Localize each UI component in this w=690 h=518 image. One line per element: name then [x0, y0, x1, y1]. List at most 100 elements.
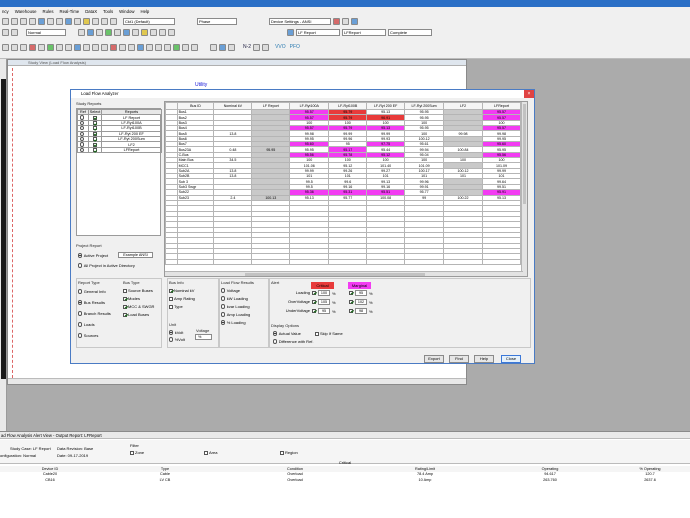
lf-report2-combo[interactable]: LFReport [342, 28, 386, 36]
dialog-report_type-options-option[interactable]: Sources [78, 333, 98, 338]
grid-hscroll-thumb[interactable] [245, 273, 425, 276]
actual-value-radio[interactable]: Actual Value [273, 331, 301, 336]
marginal-checkbox[interactable] [349, 299, 353, 304]
load-icon[interactable] [83, 43, 90, 51]
filter-area-checkbox[interactable]: Area [204, 450, 217, 455]
menu-item[interactable]: ncy [2, 9, 9, 14]
select-checkbox[interactable] [92, 147, 97, 152]
line-icon[interactable] [11, 43, 18, 51]
unit-pctvolt-radio[interactable]: %Volt [169, 337, 185, 342]
dialog-report_type-options-option[interactable]: Bus Results [78, 300, 105, 305]
capacitor-icon[interactable] [92, 43, 99, 51]
battery-icon[interactable] [155, 43, 162, 51]
radio-button[interactable] [78, 322, 83, 327]
alert-icon[interactable] [141, 28, 148, 36]
dialog-bus_type-options-option[interactable]: Modes [123, 296, 140, 301]
grid-column-header[interactable]: LF-Ryt100B [328, 102, 368, 110]
critical-checkbox[interactable] [312, 308, 316, 313]
grid-column-header[interactable]: LFReport [482, 102, 521, 110]
phase-combo[interactable]: Phase [197, 17, 237, 25]
grid-column-header[interactable]: LF2 [443, 102, 484, 110]
menu-item[interactable]: Tools [103, 9, 113, 14]
options-icon[interactable] [159, 28, 166, 36]
cut-icon[interactable] [38, 17, 45, 25]
grid-column-header[interactable]: LF-Ryt 200 EF [366, 102, 406, 110]
lf-run-icon[interactable] [210, 43, 217, 51]
switch-icon[interactable] [110, 43, 117, 51]
checkbox[interactable] [123, 288, 127, 293]
dialog-load_flow_results-options-option[interactable]: kW Loading [221, 296, 248, 301]
normal-combo[interactable]: Normal [26, 28, 66, 36]
ref-radio[interactable] [80, 115, 85, 120]
meter-icon[interactable] [119, 43, 126, 51]
dialog-load_flow_results-options-option[interactable]: % Loading [221, 320, 246, 325]
dialog-load_flow_results-options-option[interactable]: Voltage [221, 288, 240, 293]
report-icon[interactable] [351, 17, 358, 25]
menu-item[interactable]: DataX [85, 9, 97, 14]
menu-item[interactable]: Help [140, 9, 149, 14]
checkbox[interactable] [123, 304, 127, 309]
grid-column-header[interactable]: Nominal kV [213, 102, 253, 110]
radio-button[interactable] [221, 304, 226, 309]
dialog-report_type-options-option[interactable]: General Info [78, 289, 106, 294]
help-icon[interactable] [110, 17, 117, 25]
panel-icon[interactable] [137, 43, 144, 51]
select-checkbox[interactable] [92, 120, 97, 125]
menu-item[interactable]: Rules [43, 9, 54, 14]
filter-region-checkbox[interactable]: Region [280, 450, 298, 455]
revision-icon[interactable] [78, 28, 85, 36]
critical-checkbox[interactable] [312, 290, 316, 295]
marginal-value-input[interactable]: 95 [355, 290, 367, 296]
difference-radio[interactable]: Difference with Ref. [273, 339, 314, 344]
print-icon[interactable] [29, 17, 36, 25]
results-grid[interactable]: Bus ID Nominal kV LF Report LF-Ryt100A LF-Ry… [164, 101, 528, 277]
project-name-field[interactable]: Example ANSI [118, 252, 153, 258]
grid-column-header[interactable]: LF-Ryt100A [289, 102, 330, 110]
n2-label[interactable]: N-2 [243, 44, 251, 50]
select-icon[interactable] [2, 28, 9, 36]
grid-hscroll[interactable] [165, 271, 523, 276]
ref-radio[interactable] [80, 137, 85, 142]
ground-icon[interactable] [128, 43, 135, 51]
grid-column-header[interactable]: Bus ID [176, 102, 215, 110]
select-checkbox[interactable] [92, 137, 97, 142]
unit-kvolt-radio[interactable]: kVolt [169, 330, 183, 335]
opt-icon[interactable] [253, 43, 261, 51]
grid-icon[interactable] [83, 17, 90, 25]
filter-icon[interactable] [96, 28, 103, 36]
table-icon[interactable] [132, 28, 139, 36]
zoom-icon[interactable] [65, 17, 72, 25]
checkbox[interactable] [169, 304, 173, 309]
study-report-row[interactable]: LFReport [77, 146, 162, 154]
dialog-bus_info-options-option[interactable]: Amp Rating [169, 296, 195, 301]
export-button[interactable]: Export [424, 355, 444, 363]
select-checkbox[interactable] [92, 142, 97, 147]
radio-button[interactable] [221, 312, 226, 317]
transformer-icon[interactable] [56, 43, 63, 51]
checkbox[interactable] [169, 296, 173, 301]
menu-item[interactable]: Real-Time [60, 9, 80, 14]
compare-icon[interactable] [150, 28, 157, 36]
dialog-bus_type-options-option[interactable]: MCC & SWGR [123, 304, 154, 309]
select-checkbox[interactable] [92, 115, 97, 120]
dialog-load_flow_results-options-option[interactable]: Amp Loading [221, 312, 250, 317]
radio-button[interactable] [78, 289, 83, 294]
marginal-checkbox[interactable] [349, 308, 353, 313]
run-icon[interactable] [105, 28, 112, 36]
ref-cell[interactable] [77, 146, 89, 154]
ta-icon[interactable] [262, 43, 270, 51]
skip-if-same-checkbox[interactable]: Skip If Same [315, 331, 343, 336]
checkbox[interactable] [123, 296, 127, 301]
checkbox[interactable] [123, 312, 127, 317]
settings-icon[interactable] [333, 17, 340, 25]
select-cell[interactable] [88, 146, 102, 154]
study-icon[interactable] [87, 28, 94, 36]
ms-run-icon[interactable] [228, 43, 235, 51]
close-icon[interactable]: × [524, 90, 534, 98]
standard-combo[interactable]: Device Settings - ANSI [269, 17, 331, 25]
radio-button[interactable] [221, 288, 226, 293]
dialog-load_flow_results-options-option[interactable]: kvar Loading [221, 304, 250, 309]
chart-icon[interactable] [123, 28, 130, 36]
grid-vscroll[interactable] [521, 102, 527, 276]
menu-item[interactable]: Warehouse [15, 9, 37, 14]
